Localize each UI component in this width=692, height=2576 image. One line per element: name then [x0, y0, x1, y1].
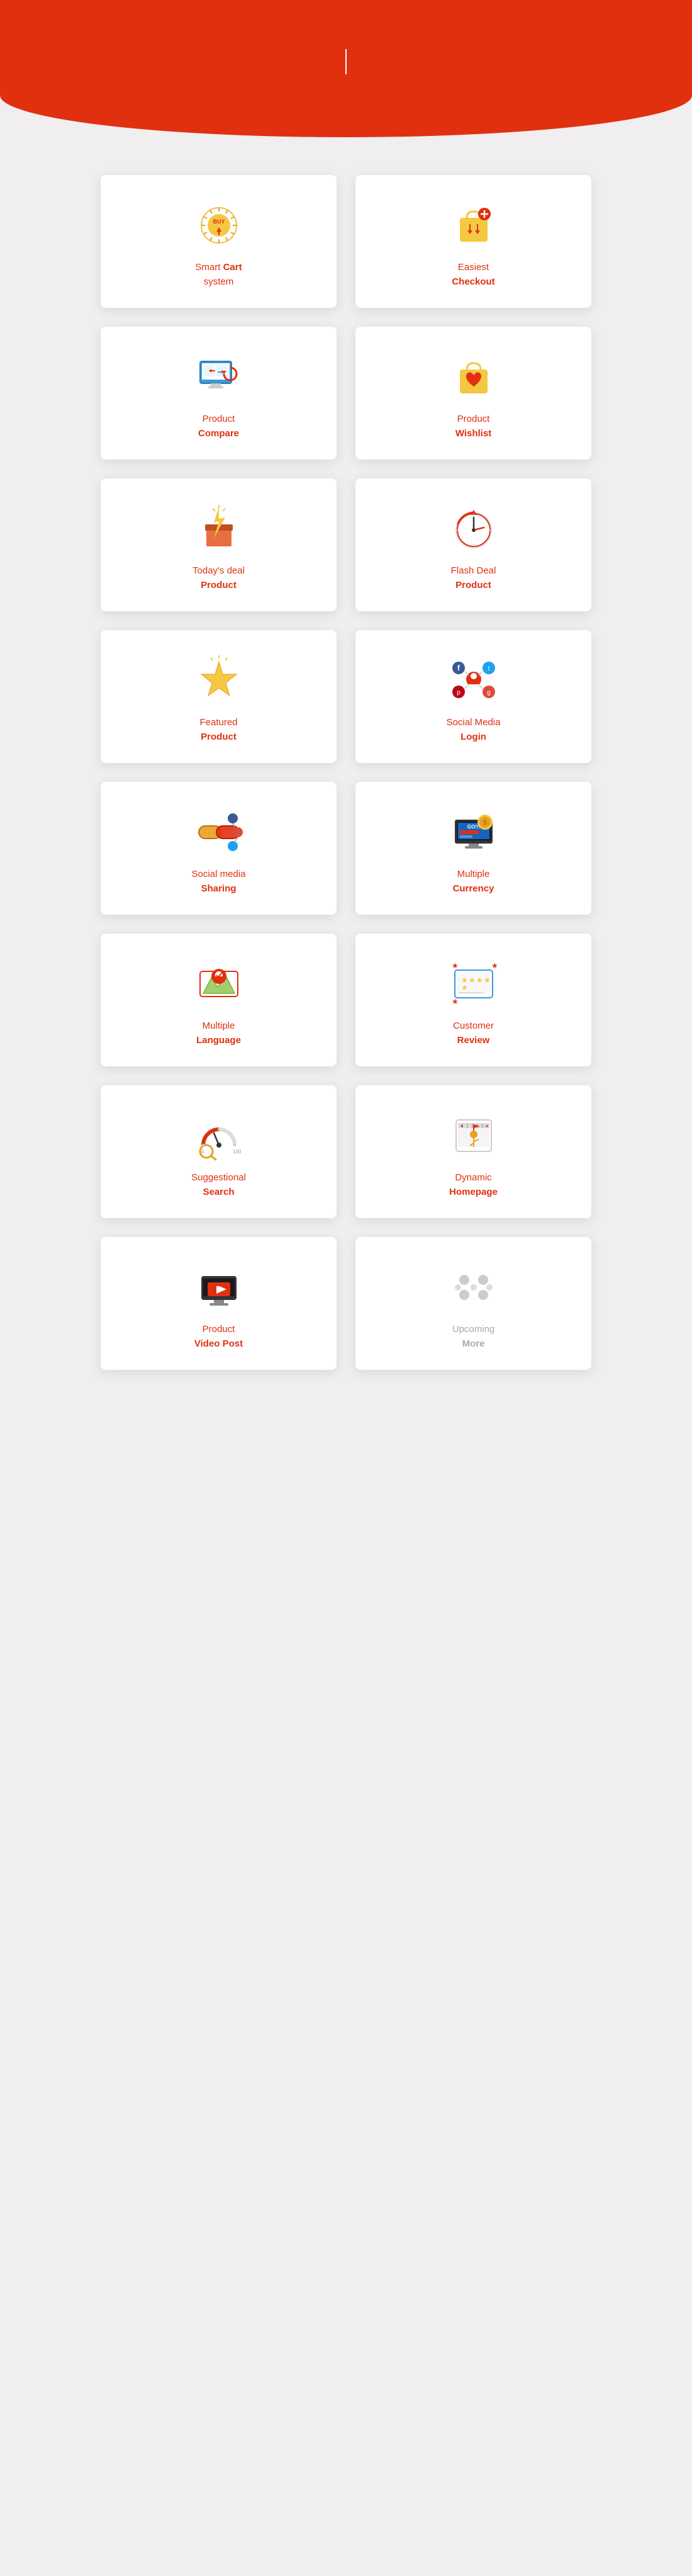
- card-label-line1: Multiple: [453, 867, 494, 882]
- svg-text:0: 0: [201, 1149, 204, 1155]
- todays-deal-icon: [194, 504, 244, 554]
- card-label-bold: Homepage: [449, 1185, 498, 1200]
- product-compare-label: ProductCompare: [198, 412, 239, 441]
- card-label-line1: Social Media: [447, 716, 501, 730]
- card-label-line1: Easiest: [452, 261, 494, 275]
- todays-deal-label: Today's dealProduct: [193, 564, 245, 592]
- card-label-line1: Product: [194, 1323, 243, 1337]
- card-label-bold: Product: [193, 579, 245, 593]
- card-label-line1: Flash Deal: [451, 564, 496, 579]
- featured-product-label: FeaturedProduct: [199, 716, 237, 744]
- card-label-line1: Upcoming: [452, 1323, 495, 1337]
- customer-review-label: CustomerReview: [453, 1019, 494, 1048]
- card-label-line1: Product: [198, 412, 239, 427]
- card-label-line1: Today's deal: [193, 564, 245, 579]
- svg-text:★: ★: [460, 1124, 464, 1129]
- card-suggestional-search: 0 100 SuggestionalSearch: [101, 1085, 337, 1218]
- card-product-video: ProductVideo Post: [101, 1237, 337, 1370]
- svg-text:★: ★: [452, 961, 459, 970]
- svg-text:★: ★: [476, 976, 483, 985]
- flash-deal-label: Flash DealProduct: [451, 564, 496, 592]
- card-label-bold: Checkout: [452, 275, 494, 290]
- product-video-icon: [194, 1262, 244, 1313]
- svg-text:★: ★: [469, 976, 476, 985]
- card-label-line1: Product: [455, 412, 491, 427]
- header-divider: [345, 49, 347, 74]
- page-header: [0, 0, 692, 137]
- features-grid: BUY Smart Cartsystem EasiestCheckout: [63, 162, 629, 1408]
- product-wishlist-label: ProductWishlist: [455, 412, 491, 441]
- card-label-line1: Social media: [192, 867, 246, 882]
- social-media-login-label: Social MediaLogin: [447, 716, 501, 744]
- card-label-bold: Compare: [198, 427, 239, 441]
- card-easiest-checkout: EasiestCheckout: [355, 175, 591, 308]
- card-label-bold: Search: [191, 1185, 246, 1200]
- dynamic-homepage-label: DynamicHomepage: [449, 1171, 498, 1199]
- featured-product-icon: [194, 655, 244, 706]
- svg-text:100: 100: [233, 1149, 242, 1155]
- dynamic-homepage-icon: ★ ★: [449, 1110, 499, 1161]
- card-label-line1: Dynamic: [449, 1171, 498, 1185]
- card-smart-cart: BUY Smart Cartsystem: [101, 175, 337, 308]
- card-label-bold: Product: [199, 730, 237, 745]
- card-label-line1: Smart Cart: [195, 261, 242, 275]
- card-todays-deal: Today's dealProduct: [101, 478, 337, 611]
- card-multiple-currency: GO!!! $ MultipleCurrency: [355, 782, 591, 915]
- card-upcoming-more: UpcomingMore: [355, 1237, 591, 1370]
- customer-review-icon: ★ ★ ★ ★ ★ ★ ★ ★: [449, 959, 499, 1009]
- svg-text:★: ★: [485, 1124, 489, 1129]
- svg-text:$: $: [483, 819, 486, 827]
- card-social-media-login: f t g p Social MediaLogin: [355, 630, 591, 763]
- card-label-line1: Customer: [453, 1019, 494, 1034]
- suggestional-search-label: SuggestionalSearch: [191, 1171, 246, 1199]
- card-customer-review: ★ ★ ★ ★ ★ ★ ★ ★ CustomerReview: [355, 934, 591, 1066]
- card-label-bold: Product: [451, 579, 496, 593]
- card-label-line1: Suggestional: [191, 1171, 246, 1185]
- svg-text:BUY: BUY: [213, 218, 225, 225]
- upcoming-more-label: UpcomingMore: [452, 1323, 495, 1351]
- multiple-language-icon: [194, 959, 244, 1009]
- svg-text:★: ★: [461, 983, 468, 992]
- multiple-currency-label: MultipleCurrency: [453, 867, 494, 896]
- svg-text:★: ★: [484, 976, 491, 985]
- social-media-login-icon: f t g p: [449, 655, 499, 706]
- upcoming-more-icon: [449, 1262, 499, 1313]
- multiple-currency-icon: GO!!! $: [449, 807, 499, 857]
- flash-deal-icon: [449, 504, 499, 554]
- card-multiple-language: MultipleLanguage: [101, 934, 337, 1066]
- product-compare-icon: [194, 352, 244, 402]
- card-label-bold: More: [452, 1337, 495, 1352]
- social-media-sharing-label: Social mediaSharing: [192, 867, 246, 896]
- card-label-bold: Login: [447, 730, 501, 745]
- svg-text:★: ★: [452, 997, 459, 1006]
- card-flash-deal: Flash DealProduct: [355, 478, 591, 611]
- card-label-bold: Review: [453, 1034, 494, 1048]
- card-product-wishlist: ProductWishlist: [355, 327, 591, 460]
- multiple-language-label: MultipleLanguage: [196, 1019, 241, 1048]
- card-product-compare: ProductCompare: [101, 327, 337, 460]
- card-label-bold: Wishlist: [455, 427, 491, 441]
- card-dynamic-homepage: ★ ★ DynamicHomepage: [355, 1085, 591, 1218]
- svg-text:★: ★: [491, 961, 498, 970]
- easiest-checkout-label: EasiestCheckout: [452, 261, 494, 289]
- card-label-line1: Featured: [199, 716, 237, 730]
- product-wishlist-icon: [449, 352, 499, 402]
- svg-text:p: p: [457, 689, 460, 696]
- card-label-line2: system: [195, 275, 242, 290]
- card-label-bold: Language: [196, 1034, 241, 1048]
- card-label-bold: Currency: [453, 882, 494, 896]
- smart-cart-icon: BUY: [194, 200, 244, 251]
- smart-cart-label: Smart Cartsystem: [195, 261, 242, 289]
- card-label-bold: Video Post: [194, 1337, 243, 1352]
- social-media-sharing-icon: [194, 807, 244, 857]
- easiest-checkout-icon: [449, 200, 499, 251]
- card-social-media-sharing: Social mediaSharing: [101, 782, 337, 915]
- card-featured-product: FeaturedProduct: [101, 630, 337, 763]
- suggestional-search-icon: 0 100: [194, 1110, 244, 1161]
- card-label-line1: Multiple: [196, 1019, 241, 1034]
- card-label-bold: Sharing: [192, 882, 246, 896]
- svg-text:t: t: [488, 665, 489, 672]
- product-video-label: ProductVideo Post: [194, 1323, 243, 1351]
- svg-text:g: g: [487, 689, 491, 696]
